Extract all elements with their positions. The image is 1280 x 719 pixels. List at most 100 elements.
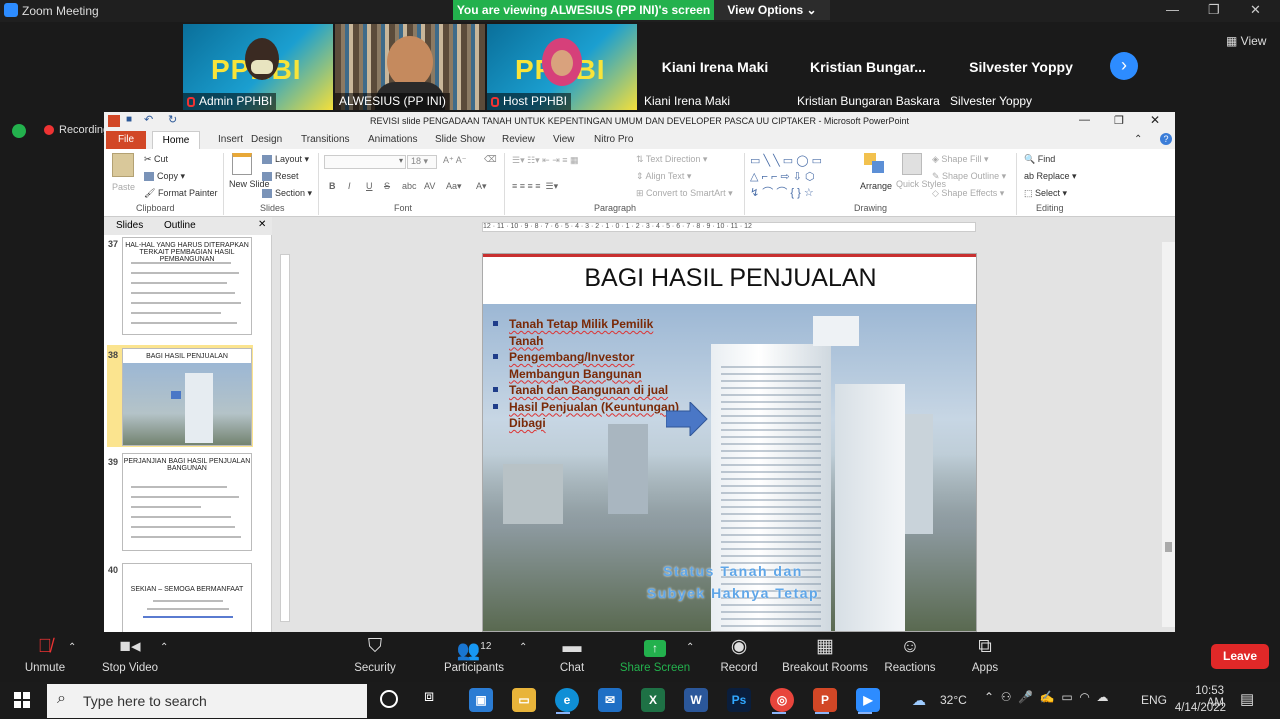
excel-icon[interactable]: X [641, 688, 665, 712]
tab-slide-show[interactable]: Slide Show [435, 134, 485, 145]
strikethrough-button[interactable]: S [384, 181, 390, 191]
slide-caption[interactable]: Status Tanah dan Subyek Haknya Tetap [603, 560, 863, 604]
participant-tile-kiani[interactable]: Kiani Irena Maki Kiani Irena Maki [640, 24, 790, 110]
clock-date[interactable]: 4/14/2022 [1170, 702, 1226, 714]
shape-fill-button[interactable]: ◈ Shape Fill ▾ [932, 154, 988, 165]
copy-button[interactable]: Copy ▾ [144, 171, 185, 182]
store-app-icon[interactable]: ▣ [469, 688, 493, 712]
powerpoint-taskbar-icon[interactable]: P [813, 688, 837, 712]
maximize-button[interactable]: ❐ [1208, 2, 1220, 18]
breakout-rooms-button[interactable]: ▦ Breakout Rooms [775, 636, 875, 674]
change-case-button[interactable]: Aa▾ [446, 181, 462, 192]
find-button[interactable]: 🔍 Find [1024, 154, 1055, 165]
grow-font-icon[interactable]: A⁺ A⁻ [443, 155, 467, 166]
tab-slides[interactable]: Slides [116, 220, 143, 231]
mail-icon[interactable]: ✉ [598, 688, 622, 712]
shape-effects-button[interactable]: ◇ Shape Effects ▾ [932, 188, 1004, 199]
shadow-button[interactable]: abc [402, 181, 417, 191]
cut-button[interactable]: ✂ Cut [144, 154, 168, 165]
ppt-maximize-button[interactable]: ❐ [1114, 114, 1124, 127]
font-size-select[interactable]: 18 ▾ [407, 155, 437, 169]
font-color-button[interactable]: A▾ [476, 181, 487, 192]
notifications-icon[interactable]: ▤ [1240, 690, 1254, 708]
tab-outline[interactable]: Outline [164, 220, 196, 231]
bold-button[interactable]: B [329, 181, 336, 191]
audio-options-chevron-icon[interactable]: ⌃ [68, 642, 76, 653]
view-options-button[interactable]: View Options ⌄ [714, 0, 830, 20]
ppt-close-button[interactable]: ✕ [1150, 113, 1160, 127]
char-spacing-button[interactable]: AV [424, 181, 435, 191]
tab-design[interactable]: Design [251, 134, 282, 145]
leave-button[interactable]: Leave [1211, 644, 1269, 669]
gallery-view-button[interactable]: ▦ View [1226, 34, 1266, 48]
tab-insert[interactable]: Insert [218, 134, 243, 145]
tab-file[interactable]: File [106, 131, 146, 149]
close-button[interactable]: ✕ [1250, 2, 1261, 18]
slide-thumbnail-38[interactable]: BAGI HASIL PENJUALAN [122, 348, 252, 446]
video-options-chevron-icon[interactable]: ⌃ [160, 642, 168, 653]
underline-button[interactable]: U [366, 181, 373, 191]
tab-nitro-pro[interactable]: Nitro Pro [594, 134, 633, 145]
reset-button[interactable]: Reset [262, 171, 299, 182]
current-slide[interactable]: BAGI HASIL PENJUALAN Tanah Tetap Milik P… [482, 253, 977, 632]
tab-home[interactable]: Home [152, 131, 200, 150]
replace-button[interactable]: ab Replace ▾ [1024, 171, 1077, 182]
quick-styles-button[interactable]: Quick Styles [896, 179, 946, 189]
convert-smartart-button[interactable]: ⊞ Convert to SmartArt ▾ [636, 188, 733, 199]
minimize-button[interactable]: — [1166, 2, 1179, 17]
clear-formatting-icon[interactable]: ⌫ [484, 154, 497, 165]
tab-transitions[interactable]: Transitions [301, 134, 350, 145]
paste-icon[interactable] [112, 153, 134, 177]
participant-tile-alwesius[interactable]: ALWESIUS (PP INI) [335, 24, 485, 110]
slide-thumbnail-39[interactable]: PERJANJIAN BAGI HASIL PENJUALAN BANGUNAN [122, 453, 252, 551]
record-button[interactable]: ◉ Record [694, 636, 784, 674]
help-icon[interactable]: ? [1160, 133, 1172, 145]
shapes-gallery[interactable]: ▭ ╲ ╲ ▭ ◯ ▭ △ ⌐ ⌐ ⇨ ⇩ ⬡ ↯ ⌒ ⌒ { } ☆ [750, 153, 850, 201]
italic-button[interactable]: I [348, 181, 351, 191]
security-shield-icon[interactable] [12, 124, 26, 138]
weather-icon[interactable]: ☁ [912, 692, 926, 709]
file-explorer-icon[interactable]: ▭ [512, 688, 536, 712]
security-button[interactable]: ⛉ Security [330, 636, 420, 674]
text-direction-button[interactable]: ⇅ Text Direction ▾ [636, 154, 707, 165]
tab-review[interactable]: Review [502, 134, 535, 145]
arrange-button[interactable]: Arrange [860, 181, 892, 191]
section-button[interactable]: Section ▾ [262, 188, 312, 199]
taskbar-search-box[interactable]: ⌕ Type here to search [47, 684, 367, 718]
task-view-icon[interactable]: ⧈ [424, 688, 434, 706]
windows-start-icon[interactable] [14, 692, 30, 708]
paste-button[interactable]: Paste [112, 182, 135, 192]
edge-browser-icon[interactable]: e [555, 688, 579, 712]
tray-icons[interactable]: ⌃ ⚇ 🎤 ✍ ▭ ◠ ☁ [984, 690, 1109, 704]
close-panel-icon[interactable]: ✕ [258, 219, 266, 230]
participant-tile-kristian[interactable]: Kristian Bungar... Kristian Bungaran Bas… [793, 24, 943, 110]
slide-thumbnail-37[interactable]: HAL-HAL YANG HARUS DITERAPKAN TERKAIT PE… [122, 237, 252, 335]
participant-tile-silvester[interactable]: Silvester Yoppy Silvester Yoppy [946, 24, 1096, 110]
slide-title[interactable]: BAGI HASIL PENJUALAN [483, 264, 976, 293]
apps-button[interactable]: ⧉ Apps [940, 636, 1030, 674]
align-text-button[interactable]: ⇕ Align Text ▾ [636, 171, 691, 182]
format-painter-button[interactable]: 🖌 Format Painter [144, 188, 217, 199]
tab-animations[interactable]: Animations [368, 134, 417, 145]
word-icon[interactable]: W [684, 688, 708, 712]
cortana-icon[interactable] [380, 690, 398, 708]
chrome-icon[interactable]: ◎ [770, 688, 794, 712]
quick-styles-icon[interactable] [902, 153, 922, 175]
align-icons[interactable]: ≡ ≡ ≡ ≡ ☰▾ [512, 181, 558, 192]
right-arrow-icon[interactable] [666, 402, 708, 436]
collapse-ribbon-icon[interactable]: ⌃ [1134, 134, 1142, 145]
arrange-icon[interactable] [864, 153, 886, 175]
ppt-minimize-button[interactable]: — [1079, 114, 1090, 126]
recording-label[interactable]: Recording [59, 124, 109, 136]
new-slide-icon[interactable] [232, 153, 252, 175]
unmute-button[interactable]: 🎙̸ Unmute [0, 636, 90, 674]
scrollbar-thumb[interactable] [1165, 542, 1172, 552]
participants-button[interactable]: 👥12 Participants [429, 636, 519, 674]
temperature[interactable]: 32°C [940, 693, 967, 707]
participant-tile-host[interactable]: PPHBI Host PPHBI [487, 24, 637, 110]
slide-thumbnail-40[interactable]: SEKIAN – SEMOGA BERMANFAAT [122, 563, 252, 632]
vertical-scrollbar[interactable] [1162, 242, 1175, 627]
language-indicator[interactable]: ENG [1141, 693, 1167, 707]
bullets-icon[interactable]: ☰▾ ☷▾ ⇤ ⇥ ≡ ▦ [512, 155, 579, 166]
layout-button[interactable]: Layout ▾ [262, 154, 309, 165]
